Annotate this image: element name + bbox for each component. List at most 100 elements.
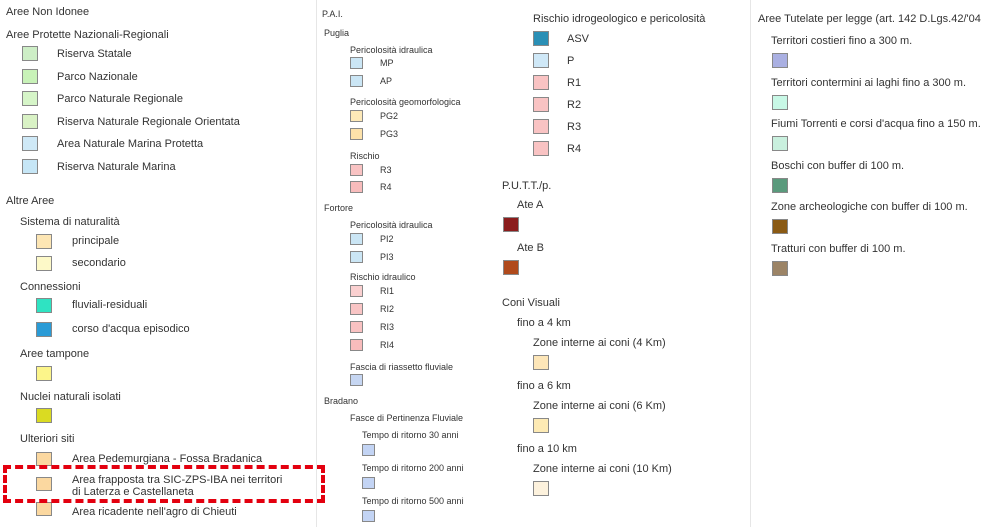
legend-swatch <box>22 91 38 106</box>
legend-swatch <box>772 219 788 234</box>
legend-item-label: PI3 <box>380 252 394 262</box>
legend-item-label: Ate B <box>517 242 544 254</box>
legend-item-label: PI2 <box>380 234 394 244</box>
legend-swatch <box>350 251 363 263</box>
section-title-altre-aree: Altre Aree <box>6 195 55 207</box>
legend-swatch <box>533 481 549 496</box>
legend-swatch <box>36 408 52 423</box>
legend-swatch <box>36 234 52 249</box>
legend-item-label: RI1 <box>380 286 395 296</box>
group-title-putt: P.U.T.T./p. <box>502 180 552 192</box>
group-title-coni-visuali: Coni Visuali <box>502 297 560 309</box>
legend-swatch <box>36 502 52 516</box>
legend-swatch <box>533 53 549 68</box>
legend-swatch <box>533 119 549 134</box>
legend-item-label: R2 <box>567 99 582 111</box>
legend-item-label: R4 <box>567 143 582 155</box>
legend-swatch <box>22 113 38 129</box>
legend-item-label: RI4 <box>380 340 395 350</box>
legend-subgroup-title: fino a 6 km <box>517 380 571 392</box>
legend-swatch <box>350 128 363 140</box>
legend-item-label: Fiumi Torrenti e corsi d'acqua fino a 15… <box>771 118 981 130</box>
group-title-fortore: Fortore <box>324 203 354 213</box>
subgroup-title-pericolosita-idraulica: Pericolosità idraulica <box>350 45 433 55</box>
legend-swatch <box>772 136 788 151</box>
legend-item-label: R3 <box>380 165 392 175</box>
legend-item-label: Area Pedemurgiana - Fossa Bradanica <box>72 453 263 465</box>
legend-swatch <box>350 75 363 87</box>
legend-swatch <box>22 158 38 174</box>
legend-swatch <box>350 374 363 386</box>
legend-swatch <box>772 177 788 193</box>
legend-swatch <box>36 452 52 466</box>
legend-subgroup-title: fino a 10 km <box>517 443 577 455</box>
legend-item-label: R4 <box>380 182 392 192</box>
subgroup-title-rischio-idraulico: Rischio idraulico <box>350 272 416 282</box>
column-divider <box>750 0 751 527</box>
legend-swatch <box>350 285 363 297</box>
legend-swatch <box>36 322 52 337</box>
legend-item-label: Ate A <box>517 199 544 211</box>
legend-subgroup-title: fino a 4 km <box>517 317 571 329</box>
legend-item-label: AP <box>380 76 393 86</box>
legend-swatch <box>533 355 549 370</box>
legend-swatch <box>350 110 363 122</box>
legend-item-label: RI3 <box>380 322 395 332</box>
section-title-aree-non-idonee: Aree Non Idonee <box>6 6 90 18</box>
group-title-rischio-idrogeologico: Rischio idrogeologico e pericolosità <box>533 13 706 25</box>
legend-swatch <box>533 75 549 90</box>
legend-item-label: Riserva Naturale Marina <box>57 160 176 173</box>
highlight-box <box>3 465 325 503</box>
legend-item-label: PG3 <box>380 129 399 139</box>
legend-item-label: ASV <box>567 33 590 45</box>
group-title-bradano: Bradano <box>324 396 359 406</box>
group-title-aree-protette: Aree Protette Nazionali-Regionali <box>6 29 169 41</box>
group-title-aree-tutelate: Aree Tutelate per legge (art. 142 D.Lgs.… <box>758 13 981 25</box>
legend-swatch <box>350 57 363 69</box>
legend-item-label: fluviali-residuali <box>72 299 148 311</box>
legend-swatch <box>533 141 549 156</box>
legend-swatch <box>362 477 375 489</box>
legend-item-label: Territori contermini ai laghi fino a 300… <box>771 76 967 89</box>
legend-item-label: principale <box>72 235 120 247</box>
legend-swatch <box>772 260 788 276</box>
subgroup-title-fasce-pertinenza: Fasce di Pertinenza Fluviale <box>350 413 464 423</box>
group-title-ulteriori-siti: Ulteriori siti <box>20 433 75 445</box>
column-divider <box>316 0 317 527</box>
legend-item-label: Parco Naturale Regionale <box>57 93 183 105</box>
legend-item-label: R1 <box>567 77 582 89</box>
group-title-aree-tampone: Aree tampone <box>20 348 90 360</box>
subgroup-title-pericolosita-idraulica-fortore: Pericolosità idraulica <box>350 220 433 230</box>
legend-item-label: Zone interne ai coni (4 Km) <box>533 337 666 349</box>
legend-item-label: Tempo di ritorno 200 anni <box>362 463 464 473</box>
legend-item-label: Area ricadente nell'agro di Chieuti <box>72 506 237 518</box>
legend-swatch <box>350 181 363 193</box>
subgroup-title-pericolosita-geomorfologica: Pericolosità geomorfologica <box>350 97 461 107</box>
legend-swatch <box>533 31 549 46</box>
legend-item-label: Zone interne ai coni (6 Km) <box>533 400 666 412</box>
legend-item-label: Parco Nazionale <box>57 70 138 83</box>
legend-item-label: Area Naturale Marina Protetta <box>57 138 204 150</box>
legend-item-label: Tratturi con buffer di 100 m. <box>771 242 906 255</box>
legend-item-label: PG2 <box>380 111 399 121</box>
legend-item-label: Zone archeologiche con buffer di 100 m. <box>771 201 968 213</box>
legend-item-label: secondario <box>72 257 126 269</box>
section-title-pai: P.A.I. <box>322 9 343 19</box>
legend-item-label: Boschi con buffer di 100 m. <box>771 159 905 172</box>
legend-item-label: Tempo di ritorno 500 anni <box>362 496 464 506</box>
legend-swatch <box>533 418 549 433</box>
legend-swatch <box>362 510 375 522</box>
legend-item-label: MP <box>380 58 394 68</box>
legend-swatch <box>350 233 363 245</box>
legend-swatch <box>533 97 549 112</box>
legend-item-label: RI2 <box>380 304 395 314</box>
legend-swatch <box>36 256 52 271</box>
legend-swatch <box>503 260 519 275</box>
legend-swatch <box>36 366 52 381</box>
group-title-nuclei: Nuclei naturali isolati <box>20 391 121 403</box>
subgroup-title-fascia-riassetto: Fascia di riassetto fluviale <box>350 362 454 372</box>
legend-swatch <box>350 164 363 176</box>
legend-swatch <box>350 339 363 351</box>
group-title-puglia: Puglia <box>324 28 350 38</box>
legend-item-label: Territori costieri fino a 300 m. <box>771 35 913 47</box>
